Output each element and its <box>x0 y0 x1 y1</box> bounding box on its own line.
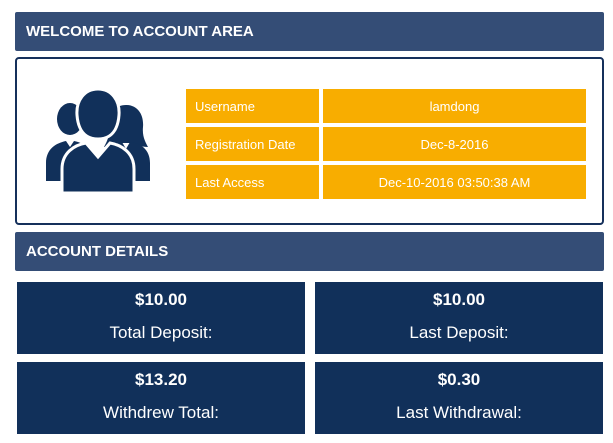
info-value: Dec-8-2016 <box>323 127 586 161</box>
stat-amount: $10.00 <box>433 290 485 309</box>
stat-caption: Last Withdrawal: <box>396 403 522 422</box>
stat-amount: $13.20 <box>135 370 187 389</box>
last-withdrawal-card: $0.30 Last Withdrawal: <box>315 362 603 434</box>
welcome-panel: Username lamdong Registration Date Dec-8… <box>15 57 604 225</box>
stat-caption: Total Deposit: <box>109 323 213 342</box>
welcome-header: WELCOME TO ACCOUNT AREA <box>15 12 604 51</box>
info-label: Registration Date <box>186 127 319 161</box>
total-deposit-card: $10.00 Total Deposit: <box>17 282 305 354</box>
info-label: Last Access <box>186 165 319 199</box>
stat-amount: $10.00 <box>135 290 187 309</box>
welcome-title: WELCOME TO ACCOUNT AREA <box>26 23 254 40</box>
stat-caption: Withdrew Total: <box>103 403 219 422</box>
info-value: lamdong <box>323 89 586 123</box>
users-group-icon <box>46 87 150 195</box>
withdrew-total-card: $13.20 Withdrew Total: <box>17 362 305 434</box>
stat-amount: $0.30 <box>437 370 481 389</box>
stat-caption: Last Deposit: <box>409 323 509 342</box>
account-details-header: ACCOUNT DETAILS <box>15 232 604 271</box>
info-value: Dec-10-2016 03:50:38 AM <box>323 165 586 199</box>
last-deposit-card: $10.00 Last Deposit: <box>315 282 603 354</box>
info-label: Username <box>186 89 319 123</box>
account-details-title: ACCOUNT DETAILS <box>26 243 169 260</box>
